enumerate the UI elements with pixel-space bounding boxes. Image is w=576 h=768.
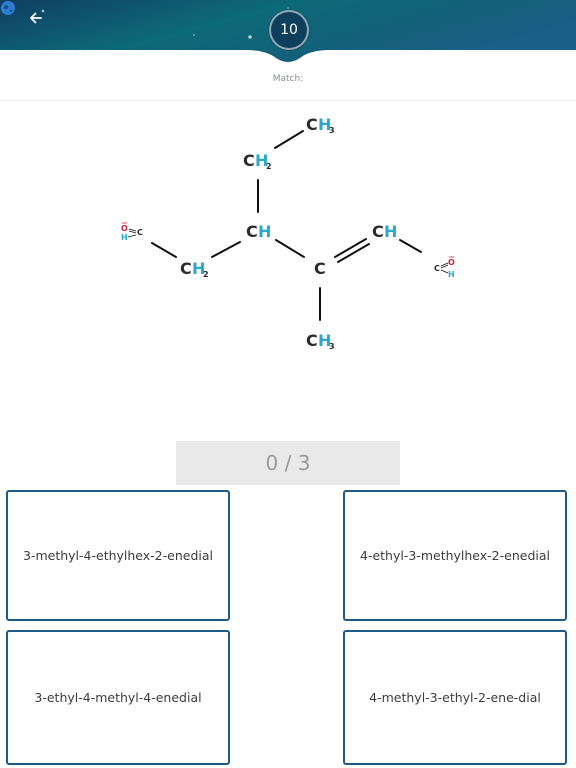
svg-text:H: H (121, 233, 128, 242)
svg-text:H: H (384, 222, 397, 241)
globe-icon[interactable] (0, 0, 16, 16)
bond-ch-c (275, 239, 305, 258)
atom-ch3-top: C H 3 (306, 115, 335, 135)
arrow-left-icon (30, 12, 42, 24)
prompt-label: Match: (272, 74, 304, 84)
atom-cho-right: C O H (434, 256, 455, 279)
svg-text:C: C (306, 115, 318, 134)
answer-option-1[interactable]: 3-methyl-4-ethylhex-2-enedial (6, 490, 230, 621)
atom-ch-center: C H (246, 222, 271, 241)
svg-text:C: C (246, 222, 258, 241)
bond-cho-ch2 (151, 242, 177, 258)
atom-cho-left: O C H (121, 222, 143, 242)
svg-text:H: H (448, 270, 455, 279)
back-button[interactable] (28, 10, 56, 38)
svg-text:3: 3 (329, 342, 335, 351)
svg-text:C: C (137, 228, 143, 237)
atom-ch3-bottom: C H 3 (306, 331, 335, 351)
atom-ch2-left: C H 2 (180, 259, 209, 279)
atom-ch2-upper: C H 2 (243, 151, 272, 171)
svg-text:C: C (434, 264, 440, 273)
molecule-diagram: C H 3 C H 2 C H C H 2 C C H C H 3 O C H (121, 115, 455, 351)
score-indicator: 0 / 3 (176, 441, 400, 485)
bond-ch2-ch3 (274, 130, 304, 149)
svg-text:C: C (180, 259, 192, 278)
answer-option-3[interactable]: 3-ethyl-4-methyl-4-enedial (6, 630, 230, 765)
top-bar: 10 (0, 0, 576, 62)
svg-text:2: 2 (266, 162, 272, 171)
svg-text:C: C (314, 259, 326, 278)
svg-text:O: O (121, 224, 128, 233)
svg-text:C: C (306, 331, 318, 350)
svg-text:3: 3 (329, 126, 335, 135)
atom-c-center: C (314, 259, 326, 278)
svg-text:H: H (258, 222, 271, 241)
bond-ch-cho (399, 239, 422, 253)
atom-ch-right: C H (372, 222, 397, 241)
svg-text:C: C (243, 151, 255, 170)
svg-text:O: O (448, 258, 455, 267)
answer-option-4[interactable]: 4-methyl-3-ethyl-2-ene-dial (343, 630, 567, 765)
level-badge: 10 (269, 10, 309, 50)
answer-option-2[interactable]: 4-ethyl-3-methylhex-2-enedial (343, 490, 567, 621)
bond-ch2-ch (211, 241, 241, 258)
svg-text:2: 2 (203, 270, 209, 279)
svg-text:C: C (372, 222, 384, 241)
